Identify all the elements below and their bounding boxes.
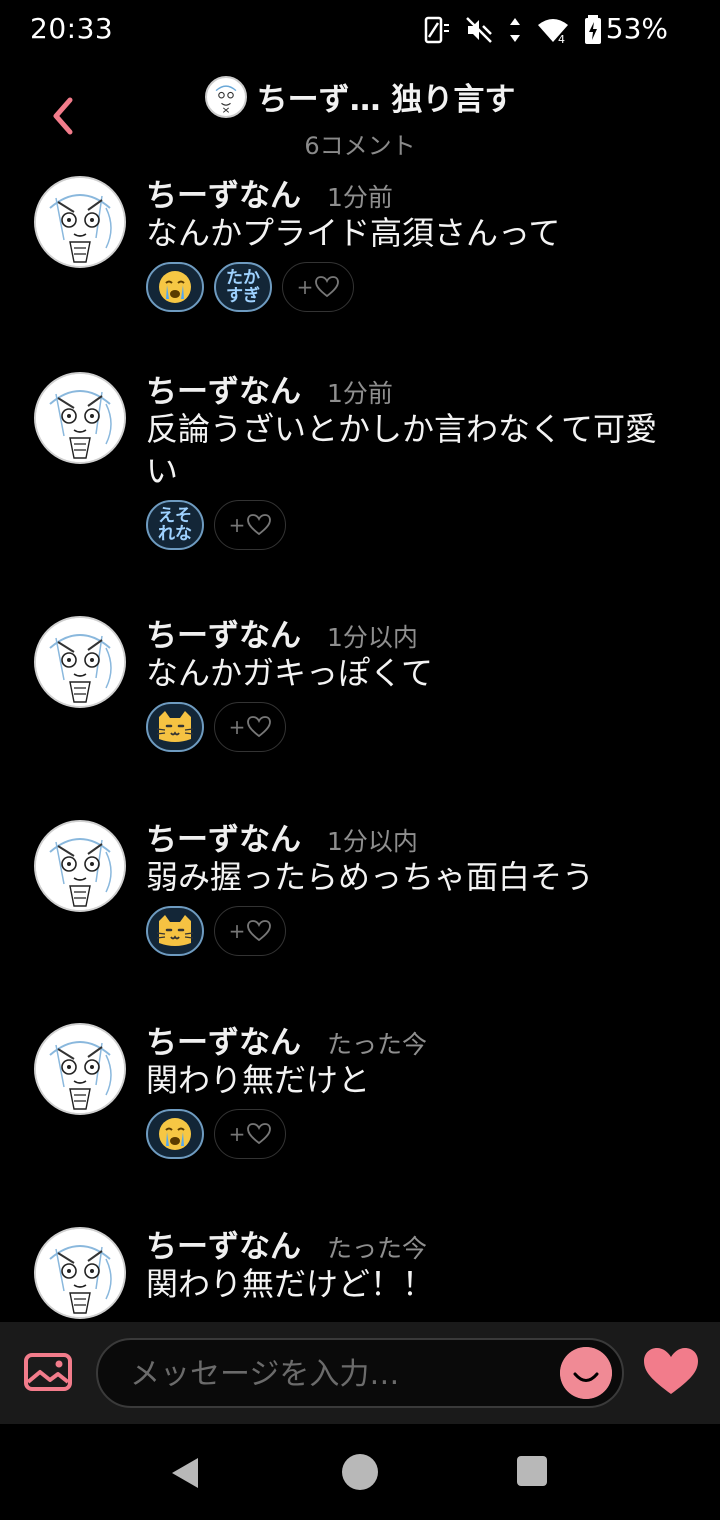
cat-face-icon [156, 915, 194, 946]
comment-header: ちーずなん 1分以内 [146, 610, 686, 656]
image-icon[interactable] [24, 1352, 72, 1392]
crying-face-icon [159, 271, 191, 303]
reaction-row: + [146, 1109, 686, 1159]
comment-time: たった今 [327, 1234, 428, 1263]
data-arrows-icon [510, 18, 520, 42]
avatar[interactable] [34, 820, 126, 912]
comment-body: ちーずなん 1分以内 弱み握ったらめっちゃ面白そう + [146, 814, 686, 956]
comment-author[interactable]: ちーずなん [146, 170, 301, 215]
reaction-row: + [146, 906, 686, 956]
comment-text: 関わり無だけど！！ [146, 1265, 435, 1303]
reaction-row: + [146, 702, 686, 752]
comment-list[interactable]: ちーずなん 1分前 なんかプライド高須さんって たか すぎ + ちーずなん 1分前 [0, 160, 720, 1320]
add-reaction-button[interactable]: + [214, 906, 286, 956]
comment-header: ちーずなん たった今 [146, 1017, 686, 1063]
comment-body: ちーずなん 1分前 なんかプライド高須さんって たか すぎ + [146, 170, 686, 312]
avatar[interactable] [34, 616, 126, 708]
composer-bar [0, 1322, 720, 1424]
thread-header: ちーず… 独り言す 6コメント [0, 66, 720, 162]
message-input[interactable] [128, 1340, 552, 1408]
add-reaction-button[interactable]: + [214, 500, 286, 550]
reaction-stamp[interactable]: えそ れな [146, 500, 204, 550]
battery-charging-icon [585, 15, 601, 44]
reaction-stamp[interactable]: たか すぎ [214, 262, 272, 312]
reaction-row: えそ れな + [146, 500, 686, 550]
heart-outline-icon [247, 716, 272, 738]
crying-face-icon [159, 1118, 191, 1150]
add-reaction-button[interactable]: + [214, 1109, 286, 1159]
comment-text: なんかガキっぽくて [146, 654, 434, 692]
comment-author[interactable]: ちーずなん [146, 366, 301, 411]
nav-recents-icon[interactable] [517, 1456, 547, 1486]
heart-outline-icon [247, 514, 272, 536]
comment-body: ちーずなん 1分以内 なんかガキっぽくて + [146, 610, 686, 752]
comment-author[interactable]: ちーずなん [146, 1221, 301, 1266]
stamp-label: たか すぎ [226, 268, 260, 306]
avatar[interactable] [34, 1023, 126, 1115]
comment-author[interactable]: ちーずなん [146, 1017, 301, 1062]
reaction-chip[interactable] [146, 702, 204, 752]
svg-text:4: 4 [558, 33, 565, 45]
comment-header: ちーずなん たった今 [146, 1221, 686, 1267]
reaction-row: たか すぎ + [146, 262, 686, 312]
nav-home-icon[interactable] [342, 1454, 378, 1490]
vibrate-off-icon [466, 17, 492, 43]
add-reaction-button[interactable]: + [282, 262, 354, 312]
avatar[interactable] [34, 1227, 126, 1319]
avatar[interactable] [34, 176, 126, 268]
comment-header: ちーずなん 1分以内 [146, 814, 686, 860]
system-nav-bar [0, 1424, 720, 1520]
battery-percent: 53% [605, 12, 668, 45]
heart-outline-icon [315, 276, 340, 298]
stamp-label: えそ れな [158, 506, 192, 544]
screen-rotate-icon [424, 16, 449, 44]
wifi-icon: 4 [538, 19, 568, 45]
nav-back-icon[interactable] [170, 1456, 202, 1490]
add-reaction-button[interactable]: + [214, 702, 286, 752]
comment-text: なんかプライド高須さんって [146, 214, 561, 252]
header-avatar [204, 75, 247, 118]
smile-icon[interactable] [560, 1347, 612, 1399]
heart-outline-icon [247, 920, 272, 942]
comment-time: 1分以内 [327, 623, 418, 652]
heart-icon[interactable] [642, 1346, 700, 1398]
reaction-chip[interactable] [146, 262, 204, 312]
comment-author[interactable]: ちーずなん [146, 610, 301, 655]
comment-count: 6コメント [304, 131, 416, 160]
reaction-chip[interactable] [146, 906, 204, 956]
comment-text: 関わり無だけと [146, 1061, 371, 1099]
comment-body: ちーずなん たった今 関わり無だけど！！ [146, 1221, 686, 1305]
cat-face-icon [156, 711, 194, 742]
header-center: ちーず… 独り言す 6コメント [0, 74, 720, 161]
status-time: 20:33 [30, 12, 114, 45]
plus-label: + [228, 513, 246, 537]
comment-body: ちーずなん 1分前 反論うざいとかしか言わなくて可愛い えそ れな + [146, 366, 686, 550]
comment-text: 反論うざいとかしか言わなくて可愛い [146, 410, 658, 490]
plus-label: + [296, 275, 314, 299]
status-bar: 20:33 4 53% [0, 0, 720, 60]
comment-body: ちーずなん たった今 関わり無だけと + [146, 1017, 686, 1159]
comment-header: ちーずなん 1分前 [146, 366, 686, 412]
plus-label: + [228, 1122, 246, 1146]
comment-time: 1分前 [327, 183, 393, 212]
page-title: ちーず… 独り言す [256, 82, 516, 118]
header-title-row[interactable]: ちーず… 独り言す [204, 74, 516, 119]
heart-outline-icon [247, 1123, 272, 1145]
comment-author[interactable]: ちーずなん [146, 814, 301, 859]
comment-text: 弱み握ったらめっちゃ面白そう [146, 858, 595, 896]
comment-header: ちーずなん 1分前 [146, 170, 686, 216]
avatar[interactable] [34, 372, 126, 464]
plus-label: + [228, 919, 246, 943]
plus-label: + [228, 715, 246, 739]
reaction-chip[interactable] [146, 1109, 204, 1159]
comment-time: 1分以内 [327, 827, 418, 856]
message-field[interactable] [96, 1338, 624, 1408]
status-icons: 4 [420, 12, 602, 48]
comment-time: たった今 [327, 1030, 428, 1059]
comment-time: 1分前 [327, 379, 393, 408]
